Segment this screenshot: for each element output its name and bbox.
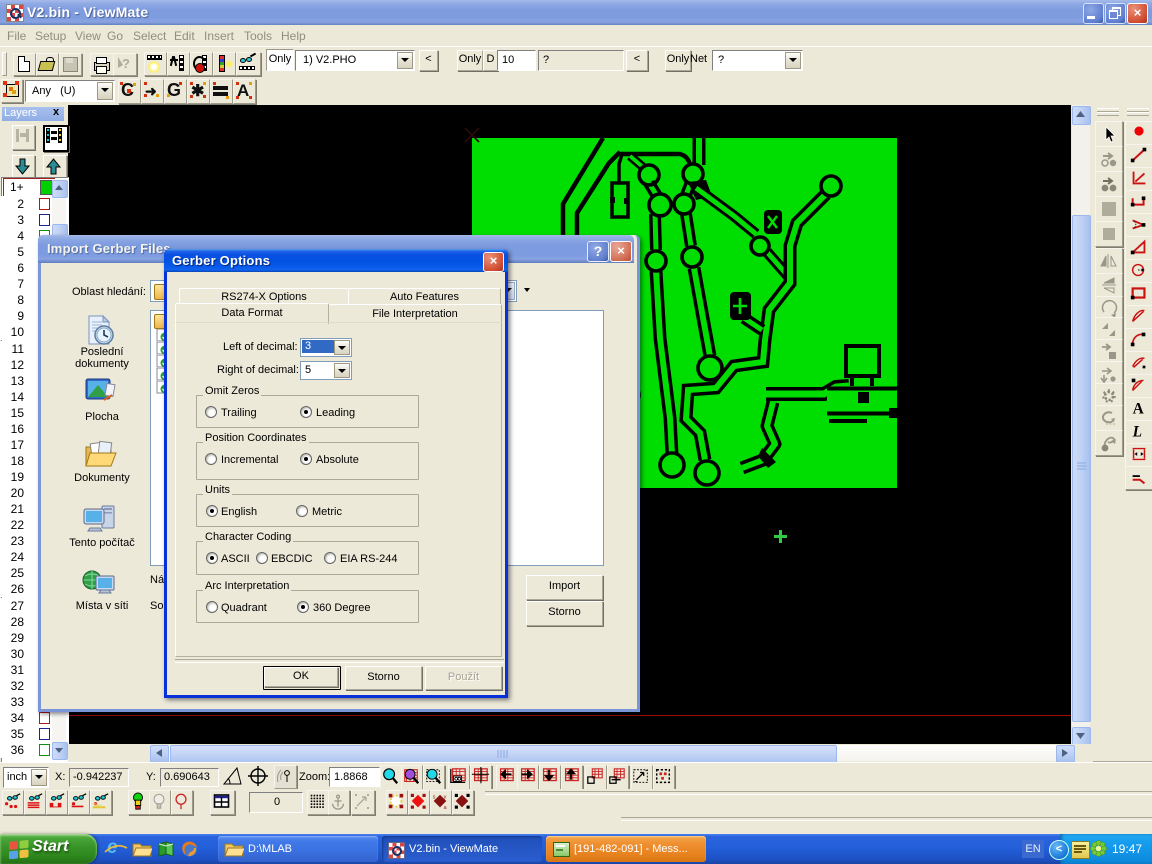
svg-text:A: A [1133,400,1145,417]
svg-text:y: y [444,794,447,800]
svg-text:a: a [444,805,447,811]
svg-text:s: s [433,794,436,800]
svg-text:L: L [1132,423,1142,440]
